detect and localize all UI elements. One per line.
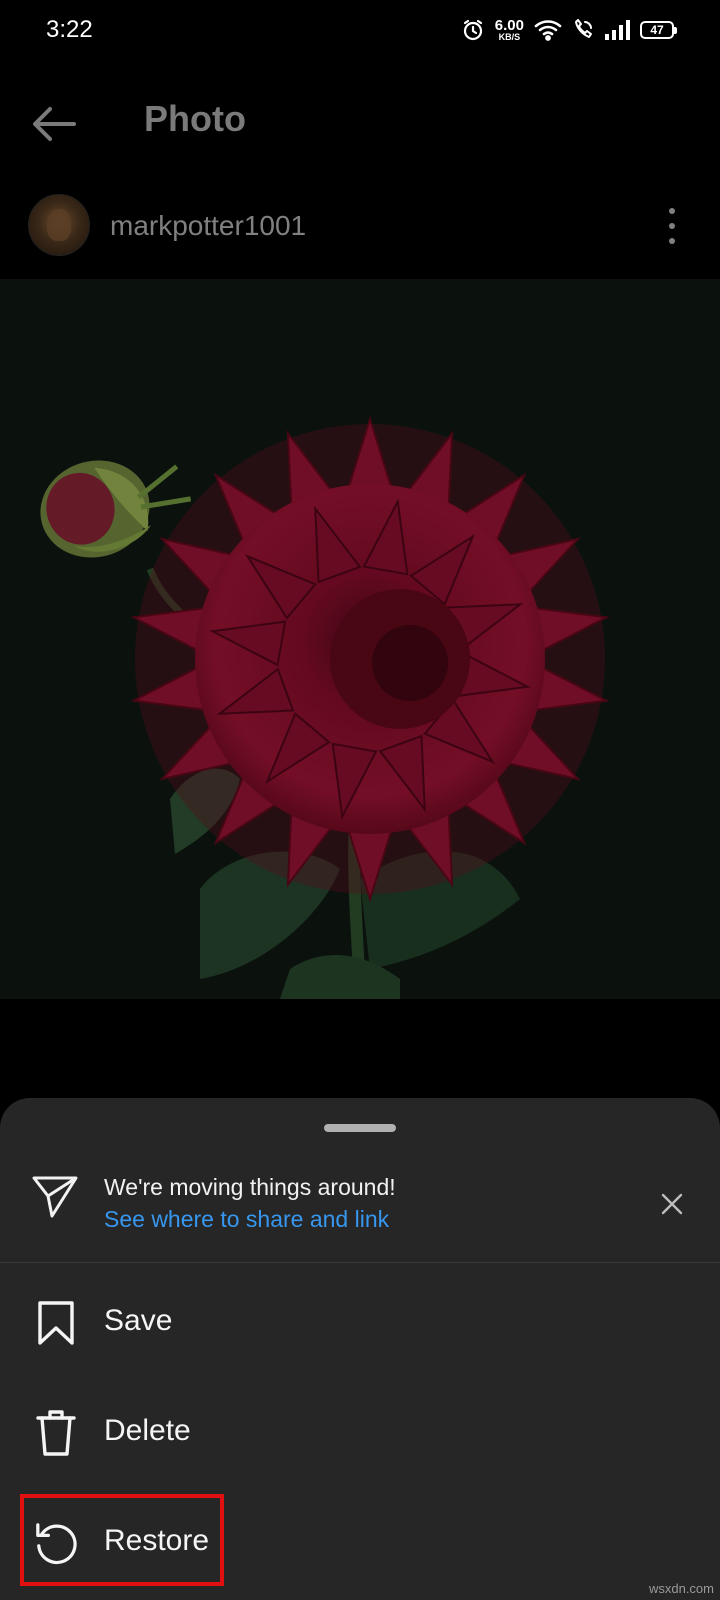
close-icon [661, 1193, 683, 1215]
more-dot-icon [669, 238, 675, 244]
delete-label: Delete [104, 1414, 191, 1447]
watermark: wsxdn.com [648, 1581, 714, 1596]
flower-photo [0, 279, 720, 999]
wifi-icon [534, 19, 562, 41]
avatar[interactable] [28, 194, 90, 256]
bookmark-icon [34, 1298, 78, 1348]
send-icon [32, 1176, 78, 1223]
save-button[interactable]: Save [0, 1268, 720, 1378]
restore-icon [34, 1518, 78, 1568]
battery-icon: 47 [640, 21, 677, 39]
status-icons: 6.00 KB/S 47 [461, 18, 677, 42]
sheet-drag-handle[interactable] [324, 1124, 396, 1132]
notice-title: We're moving things around! [104, 1174, 396, 1200]
more-dot-icon [669, 223, 675, 229]
post-header: markpotter1001 [0, 182, 720, 274]
wifi-calling-icon [572, 19, 594, 41]
network-speed-value: 6.00 [494, 17, 524, 34]
back-arrow-icon [33, 107, 76, 141]
notice-banner[interactable]: We're moving things around! See where to… [0, 1150, 720, 1262]
more-options-button[interactable] [660, 204, 684, 248]
page-title: Photo [144, 98, 246, 139]
options-sheet: We're moving things around! See where to… [0, 1098, 720, 1600]
username[interactable]: markpotter1001 [110, 210, 306, 242]
close-button[interactable] [654, 1186, 690, 1222]
trash-icon [34, 1408, 78, 1458]
app-bar: Photo [0, 64, 720, 176]
save-label: Save [104, 1304, 173, 1337]
post-photo[interactable] [0, 279, 720, 999]
more-dot-icon [669, 208, 675, 214]
network-speed: 6.00 KB/S [495, 18, 524, 42]
network-speed-unit: KB/S [498, 32, 521, 42]
notice-link[interactable]: See where to share and link [104, 1206, 389, 1233]
restore-label: Restore [104, 1524, 210, 1557]
status-bar: 3:22 6.00 KB/S 47 [0, 0, 720, 64]
signal-icon [604, 20, 630, 40]
status-time: 3:22 [46, 16, 93, 43]
alarm-icon [461, 18, 485, 42]
delete-button[interactable]: Delete [0, 1378, 720, 1488]
divider [0, 1262, 720, 1263]
restore-button[interactable]: Restore [0, 1488, 720, 1598]
back-button[interactable] [24, 94, 84, 154]
